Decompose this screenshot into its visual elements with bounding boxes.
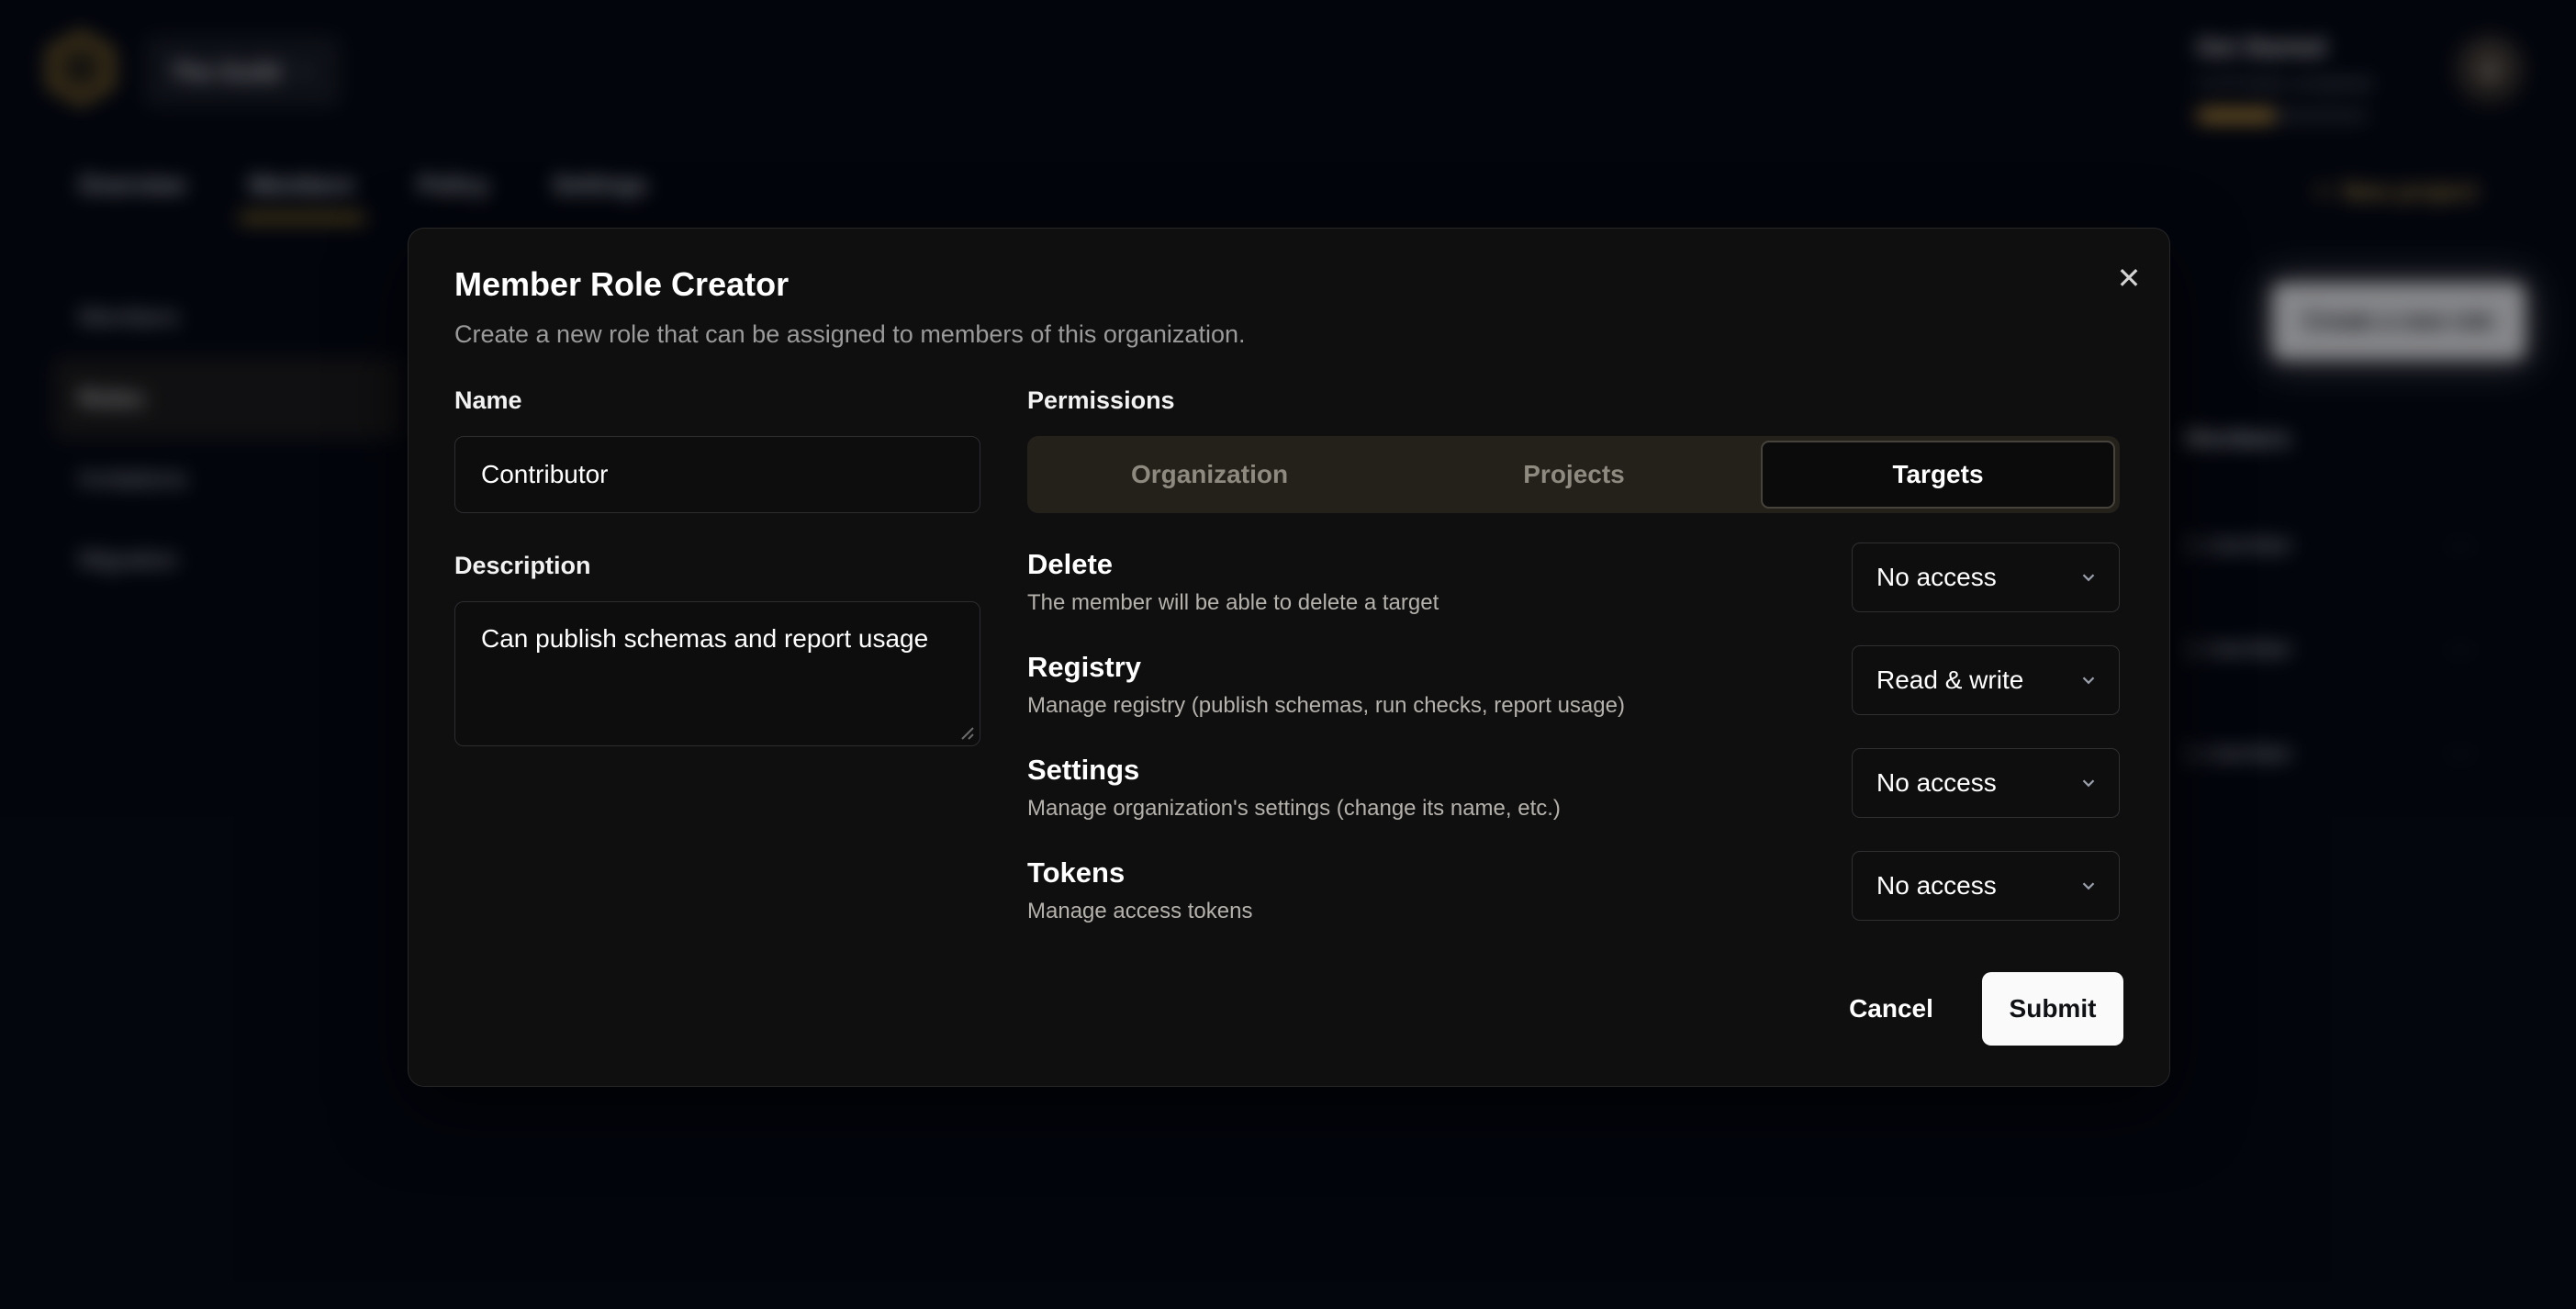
- permission-description: Manage access tokens: [1027, 899, 1252, 924]
- permission-description: Manage organization's settings (change i…: [1027, 796, 1561, 822]
- permissions-tab-targets[interactable]: Targets: [1761, 441, 2115, 509]
- dialog-title: Member Role Creator: [454, 265, 789, 304]
- close-icon[interactable]: ✕: [2103, 252, 2155, 304]
- resize-grip-icon[interactable]: [955, 721, 975, 741]
- permission-description: The member will be able to delete a targ…: [1027, 590, 1439, 616]
- permission-description: Manage registry (publish schemas, run ch…: [1027, 693, 1625, 719]
- permission-title-registry: Registry: [1027, 651, 1141, 684]
- dialog-subtitle: Create a new role that can be assigned t…: [454, 320, 1245, 349]
- member-role-creator-dialog: Member Role Creator Create a new role th…: [408, 228, 2170, 1087]
- name-label: Name: [454, 386, 522, 415]
- name-input[interactable]: [454, 436, 980, 513]
- permission-title-settings: Settings: [1027, 754, 1139, 787]
- permission-title-delete: Delete: [1027, 548, 1113, 581]
- submit-button[interactable]: Submit: [1982, 972, 2123, 1046]
- permission-title-tokens: Tokens: [1027, 856, 1125, 889]
- chevron-down-icon: [2078, 773, 2099, 793]
- description-field-wrap: Can publish schemas and report usage: [454, 601, 980, 746]
- chevron-down-icon: [2078, 670, 2099, 690]
- chevron-down-icon: [2078, 567, 2099, 587]
- app-root: The Guild Get Started 4 of 9 tasks compl…: [0, 0, 2576, 1309]
- permissions-tabs: Organization Projects Targets: [1027, 436, 2120, 513]
- description-label: Description: [454, 552, 591, 580]
- delete-access-select[interactable]: No access: [1852, 543, 2120, 612]
- description-textarea[interactable]: Can publish schemas and report usage: [454, 601, 980, 746]
- permissions-label: Permissions: [1027, 386, 1175, 415]
- cancel-button[interactable]: Cancel: [1822, 983, 1960, 1035]
- settings-access-select[interactable]: No access: [1852, 748, 2120, 818]
- permissions-tab-projects[interactable]: Projects: [1392, 436, 1756, 513]
- permissions-tab-organization[interactable]: Organization: [1027, 436, 1392, 513]
- tokens-access-select[interactable]: No access: [1852, 851, 2120, 921]
- chevron-down-icon: [2078, 876, 2099, 896]
- registry-access-select[interactable]: Read & write: [1852, 645, 2120, 715]
